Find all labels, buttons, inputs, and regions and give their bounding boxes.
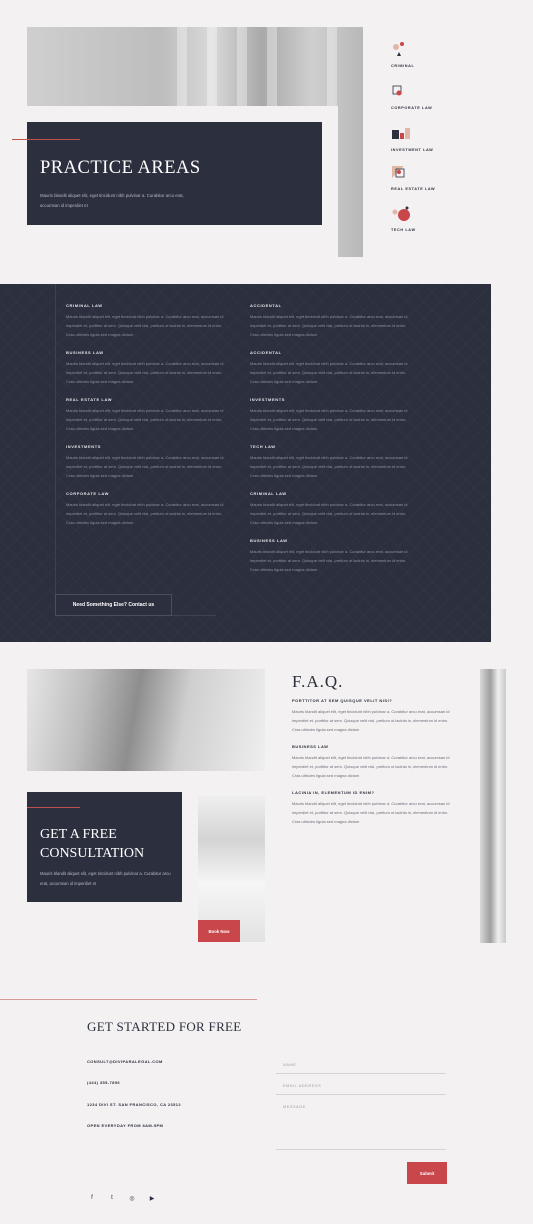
- contact-email[interactable]: CONSULT@DIVIPARALEGAL.COM: [87, 1059, 163, 1064]
- faq-title: F.A.Q.: [292, 672, 344, 691]
- practice-link-investment-law[interactable]: INVESTMENT LAW: [391, 124, 451, 152]
- name-field[interactable]: NAME: [283, 1063, 296, 1067]
- criminal-icon: [393, 42, 404, 56]
- practice-link-tech-law[interactable]: TECH LAW: [391, 204, 451, 232]
- faq-item: PORTTITOR AT SEM QUISQUE VELIT NISI? Mau…: [292, 698, 454, 734]
- practice-item-body: Mauris blandit aliquet elit, eget tincid…: [66, 361, 224, 384]
- practice-link-label: CRIMINAL: [391, 64, 415, 68]
- practice-item-title: TECH LAW: [250, 444, 276, 449]
- faq-item: LACINIA IN, ELEMENTUM ID ENIM? Mauris bl…: [292, 790, 454, 826]
- practice-item-body: Mauris blandit aliquet elit, eget tincid…: [250, 314, 408, 337]
- practice-item-body: Mauris blandit aliquet elit, eget tincid…: [66, 502, 224, 525]
- practice-item: ACCIDENTAL Mauris blandit aliquet elit, …: [250, 350, 412, 386]
- practice-item-body: Mauris blandit aliquet elit, eget tincid…: [250, 549, 408, 572]
- practice-item-title: CRIMINAL LAW: [250, 491, 287, 496]
- get-started-title: GET STARTED FOR FREE: [87, 1019, 242, 1034]
- practice-item-title: CRIMINAL LAW: [66, 303, 103, 308]
- practice-item: CRIMINAL LAW Mauris blandit aliquet elit…: [66, 303, 228, 339]
- practice-item: INVESTMENTS Mauris blandit aliquet elit,…: [66, 444, 228, 480]
- contact-phone: (444) 355-7896: [87, 1080, 120, 1085]
- real-estate-law-icon: [392, 166, 405, 178]
- practice-item-body: Mauris blandit aliquet elit, eget tincid…: [250, 455, 408, 478]
- practice-item-body: Mauris blandit aliquet elit, eget tincid…: [66, 455, 224, 478]
- practice-item-title: CORPORATE LAW: [66, 491, 110, 496]
- twitter-icon[interactable]: t: [108, 1194, 116, 1202]
- contact-hours: OPEN EVERYDAY FROM 8AM-5PM: [87, 1123, 164, 1128]
- message-field-underline: [276, 1149, 446, 1150]
- practice-link-criminal[interactable]: CRIMINAL: [391, 40, 451, 68]
- faq-answer: Mauris blandit aliquet elit, eget tincid…: [292, 801, 450, 824]
- email-field[interactable]: EMAIL ADDRESS: [283, 1084, 321, 1088]
- name-field-underline: [276, 1073, 446, 1074]
- side-image: [480, 669, 506, 943]
- practice-item-title: ACCIDENTAL: [250, 350, 282, 355]
- practice-item-title: INVESTMENTS: [250, 397, 286, 402]
- instagram-icon[interactable]: ◎: [128, 1194, 136, 1202]
- practice-link-label: INVESTMENT LAW: [391, 148, 434, 152]
- practice-link-label: CORPORATE LAW: [391, 106, 433, 110]
- consultation-accent-line: [27, 807, 80, 808]
- practice-item: INVESTMENTS Mauris blandit aliquet elit,…: [250, 397, 412, 433]
- practice-link-label: TECH LAW: [391, 228, 416, 232]
- practice-item-title: BUSINESS LAW: [66, 350, 104, 355]
- practice-link-corporate-law[interactable]: CORPORATE LAW: [391, 82, 451, 110]
- contact-us-button[interactable]: Need Something Else? Contact us: [55, 594, 172, 616]
- faq-answer: Mauris blandit aliquet elit, eget tincid…: [292, 755, 450, 778]
- contact-address: 1234 DIVI ST. SAN FRANCISCO, CA 23512: [87, 1102, 182, 1107]
- faq-answer: Mauris blandit aliquet elit, eget tincid…: [292, 709, 450, 732]
- practice-item: TECH LAW Mauris blandit aliquet elit, eg…: [250, 444, 412, 480]
- section-accent-line: [0, 999, 257, 1000]
- book-now-button[interactable]: Book Now: [198, 920, 240, 942]
- practice-item-title: INVESTMENTS: [66, 444, 102, 449]
- practice-item: CRIMINAL LAW Mauris blandit aliquet elit…: [250, 491, 412, 527]
- hero-description: Mauris blandit aliquet elit, eget tincid…: [40, 193, 184, 208]
- email-field-underline: [276, 1094, 446, 1095]
- corporate-law-icon: [392, 85, 402, 96]
- practice-link-label: REAL ESTATE LAW: [391, 187, 436, 191]
- facebook-icon[interactable]: f: [88, 1194, 96, 1202]
- page-title: PRACTICE AREAS: [40, 158, 201, 178]
- practice-item-title: BUSINESS LAW: [250, 538, 288, 543]
- practice-item-body: Mauris blandit aliquet elit, eget tincid…: [250, 408, 408, 431]
- practice-item: BUSINESS LAW Mauris blandit aliquet elit…: [66, 350, 228, 386]
- youtube-icon[interactable]: ▶: [148, 1194, 156, 1202]
- faq-question: PORTTITOR AT SEM QUISQUE VELIT NISI?: [292, 698, 393, 703]
- signing-document-image: [27, 669, 265, 771]
- practice-item: REAL ESTATE LAW Mauris blandit aliquet e…: [66, 397, 228, 433]
- faq-item: BUSINESS LAW Mauris blandit aliquet elit…: [292, 744, 454, 780]
- practice-item: CORPORATE LAW Mauris blandit aliquet eli…: [66, 491, 228, 527]
- faq-question: LACINIA IN, ELEMENTUM ID ENIM?: [292, 790, 375, 795]
- consultation-text: Mauris blandit aliquet elit, eget tincid…: [40, 871, 171, 886]
- practice-item-body: Mauris blandit aliquet elit, eget tincid…: [250, 502, 408, 525]
- practice-item-body: Mauris blandit aliquet elit, eget tincid…: [66, 408, 224, 431]
- faq-question: BUSINESS LAW: [292, 744, 329, 749]
- message-field[interactable]: MESSAGE: [283, 1105, 306, 1109]
- practice-item-title: ACCIDENTAL: [250, 303, 282, 308]
- practice-item: BUSINESS LAW Mauris blandit aliquet elit…: [250, 538, 412, 574]
- practice-item-title: REAL ESTATE LAW: [66, 397, 113, 402]
- practice-link-real-estate-law[interactable]: REAL ESTATE LAW: [391, 163, 451, 191]
- hero-accent-line: [12, 139, 80, 140]
- practice-item: ACCIDENTAL Mauris blandit aliquet elit, …: [250, 303, 412, 339]
- submit-button[interactable]: Submit: [407, 1162, 447, 1184]
- practice-item-body: Mauris blandit aliquet elit, eget tincid…: [250, 361, 408, 384]
- investment-law-icon: [392, 128, 410, 139]
- tech-law-icon: [392, 206, 410, 221]
- practice-item-body: Mauris blandit aliquet elit, eget tincid…: [66, 314, 224, 337]
- consultation-title: GET A FREE CONSULTATION: [40, 827, 145, 861]
